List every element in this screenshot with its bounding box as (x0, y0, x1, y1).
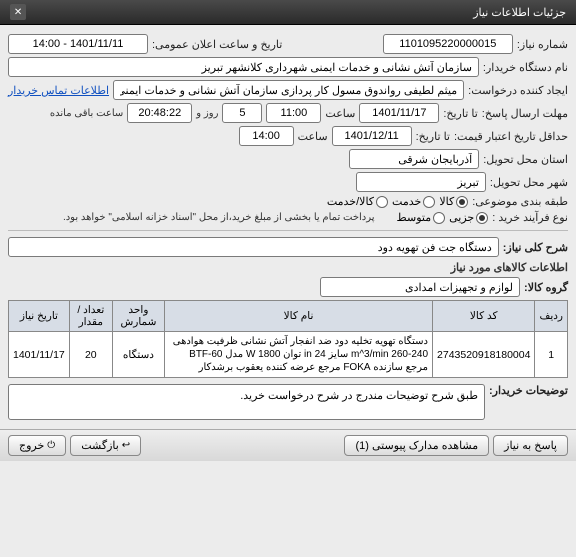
city-label: شهر محل تحویل: (490, 176, 568, 189)
th-name: نام کالا (165, 301, 433, 332)
buy-type-label: نوع فرآیند خرید : (492, 211, 568, 224)
cell-idx: 1 (535, 332, 568, 378)
window-title: جزئیات اطلاعات نیاز (473, 6, 566, 19)
buy-type-radio-minor[interactable]: جزیی (449, 211, 488, 224)
requester-field[interactable] (113, 80, 464, 100)
cell-qty: 20 (69, 332, 112, 378)
announce-dt-field[interactable] (8, 34, 148, 54)
exit-button[interactable]: ⏻خروج (8, 435, 66, 456)
th-idx: ردیف (535, 301, 568, 332)
deadline-date-field[interactable] (359, 103, 439, 123)
category-radio-goods[interactable]: کالا (439, 195, 468, 208)
contact-link[interactable]: اطلاعات تماس خریدار (8, 84, 109, 97)
buyer-notes-field[interactable] (8, 384, 485, 420)
days-left-field[interactable] (222, 103, 262, 123)
divider (8, 230, 568, 231)
items-section-heading: اطلاعات کالاهای مورد نیاز (8, 261, 568, 274)
days-left-tail: ساعت باقی مانده (50, 108, 123, 119)
city-field[interactable] (356, 172, 486, 192)
reply-button[interactable]: پاسخ به نیاز (493, 435, 568, 456)
category-radio-service[interactable]: خدمت (392, 195, 435, 208)
th-unit: واحد شمارش (112, 301, 164, 332)
quote-valid-label: حداقل تاریخ اعتبار قیمت: (454, 130, 568, 143)
back-icon: ↩ (122, 440, 130, 451)
need-no-label: شماره نیاز: (517, 38, 568, 51)
exit-icon: ⏻ (47, 440, 55, 451)
buyer-field[interactable] (8, 57, 479, 77)
table-row[interactable]: 1 2743520918180004 دستگاه تهویه تخلیه دو… (9, 332, 568, 378)
cell-date: 1401/11/17 (9, 332, 70, 378)
need-no-field[interactable] (383, 34, 513, 54)
need-title-label: شرح کلی نیاز: (503, 241, 568, 254)
close-icon[interactable]: ✕ (10, 4, 26, 20)
attachments-button[interactable]: مشاهده مدارک پیوستی (1) (344, 435, 489, 456)
days-left-suffix: روز و (196, 108, 218, 119)
category-label: طبقه بندی موضوعی: (472, 195, 568, 208)
deadline-to-label: تا تاریخ: (443, 107, 477, 120)
need-title-field[interactable] (8, 237, 499, 257)
cell-name: دستگاه تهویه تخلیه دود ضد انفجار آتش نشا… (165, 332, 433, 378)
deadline-time-field[interactable] (266, 103, 321, 123)
requester-label: ایجاد کننده درخواست: (468, 84, 568, 97)
buyer-notes-label: توضیحات خریدار: (489, 384, 568, 397)
table-header-row: ردیف کد کالا نام کالا واحد شمارش تعداد /… (9, 301, 568, 332)
goods-group-label: گروه کالا: (524, 281, 568, 294)
cell-unit: دستگاه (112, 332, 164, 378)
deadline-label: مهلت ارسال پاسخ: (482, 107, 568, 120)
th-date: تاریخ نیاز (9, 301, 70, 332)
buyer-label: نام دستگاه خریدار: (483, 61, 568, 74)
back-button[interactable]: ↩بازگشت (70, 435, 141, 456)
time-label-1: ساعت (325, 107, 355, 120)
time-left-field[interactable] (127, 103, 192, 123)
titlebar: جزئیات اطلاعات نیاز ✕ (0, 0, 576, 25)
th-qty: تعداد / مقدار (69, 301, 112, 332)
footer: پاسخ به نیاز مشاهده مدارک پیوستی (1) ↩با… (0, 429, 576, 461)
cell-code: 2743520918180004 (433, 332, 535, 378)
time-label-2: ساعت (298, 130, 328, 143)
th-code: کد کالا (433, 301, 535, 332)
quote-date-field[interactable] (332, 126, 412, 146)
province-label: استان محل تحویل: (483, 153, 568, 166)
payment-note: پرداخت تمام یا بخشی از مبلغ خرید،از محل … (63, 212, 375, 223)
category-radio-both[interactable]: کالا/خدمت (327, 195, 388, 208)
quote-to-label: تا تاریخ: (416, 130, 450, 143)
buy-type-radio-medium[interactable]: متوسط (397, 211, 446, 224)
announce-dt-label: تاریخ و ساعت اعلان عمومی: (152, 38, 282, 51)
items-table: ردیف کد کالا نام کالا واحد شمارش تعداد /… (8, 300, 568, 378)
quote-time-field[interactable] (239, 126, 294, 146)
goods-group-field[interactable] (320, 277, 520, 297)
province-field[interactable] (349, 149, 479, 169)
